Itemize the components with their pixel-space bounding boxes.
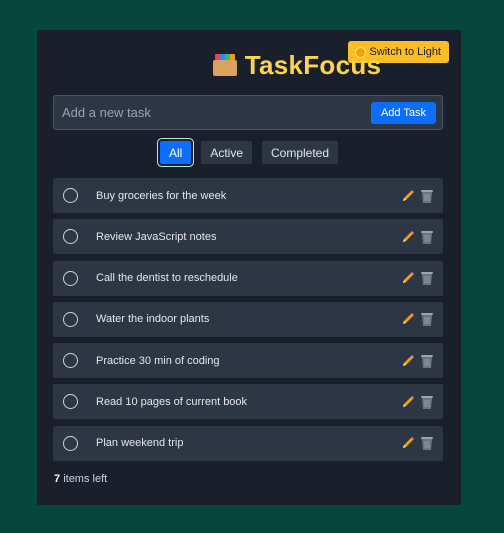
task-checkbox[interactable] [63, 188, 78, 203]
task-item: Practice 30 min of coding [53, 343, 443, 379]
wastebasket-icon[interactable] [420, 188, 434, 204]
pencil-icon[interactable] [401, 436, 415, 450]
app-header: TaskFocus [37, 48, 461, 82]
task-checkbox[interactable] [63, 394, 78, 410]
filter-all-button[interactable]: All [159, 141, 192, 164]
task-text: Read 10 pages of current book [96, 395, 248, 408]
task-item: Read 10 pages of current book [53, 384, 443, 420]
task-checkbox[interactable] [63, 270, 78, 286]
task-item: Plan weekend trip [53, 425, 443, 461]
new-task-input[interactable] [54, 104, 371, 121]
task-item: Buy groceries for the week [53, 178, 443, 213]
app-title: TaskFocus [244, 49, 382, 80]
card-file-box-icon [212, 54, 237, 76]
task-checkbox[interactable] [63, 229, 78, 245]
items-left-count: 7 [54, 473, 61, 485]
filter-bar: All Active Completed [37, 141, 461, 164]
app-panel: Switch to Light TaskFocus Add Task All A… [37, 30, 461, 505]
pencil-icon[interactable] [401, 230, 415, 244]
pencil-icon[interactable] [401, 354, 415, 368]
wastebasket-icon[interactable] [420, 311, 434, 327]
wastebasket-icon[interactable] [420, 435, 434, 451]
wastebasket-icon[interactable] [420, 229, 434, 245]
task-list: Buy groceries for the week Review JavaSc… [53, 178, 443, 467]
items-left-counter: 7 items left [54, 473, 107, 485]
pencil-icon[interactable] [401, 189, 415, 203]
task-text: Plan weekend trip [96, 437, 184, 450]
task-checkbox[interactable] [63, 435, 78, 451]
wastebasket-icon[interactable] [420, 394, 434, 410]
task-text: Review JavaScript notes [96, 230, 217, 243]
task-item: Water the indoor plants [53, 301, 443, 337]
task-item: Review JavaScript notes [53, 219, 443, 255]
filter-completed-button[interactable]: Completed [262, 141, 339, 164]
wastebasket-icon[interactable] [420, 270, 434, 286]
task-item: Call the dentist to reschedule [53, 260, 443, 296]
task-checkbox[interactable] [63, 353, 78, 369]
pencil-icon[interactable] [401, 395, 415, 409]
add-task-form: Add Task [53, 95, 443, 130]
task-text: Buy groceries for the week [96, 189, 227, 202]
task-checkbox[interactable] [63, 311, 78, 327]
task-text: Water the indoor plants [96, 313, 210, 326]
filter-active-button[interactable]: Active [201, 141, 252, 164]
pencil-icon[interactable] [401, 271, 415, 285]
add-task-button[interactable]: Add Task [370, 101, 436, 124]
task-text: Call the dentist to reschedule [96, 272, 238, 285]
items-left-label: items left [63, 473, 108, 485]
wastebasket-icon[interactable] [420, 353, 434, 369]
pencil-icon[interactable] [401, 312, 415, 326]
task-text: Practice 30 min of coding [96, 354, 220, 367]
